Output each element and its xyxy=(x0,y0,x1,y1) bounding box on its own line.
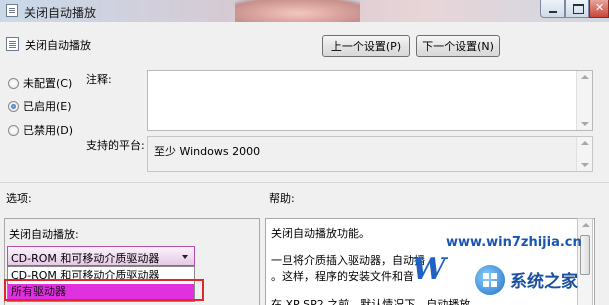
help-heading: 帮助: xyxy=(269,192,295,205)
platform-label: 支持的平台: xyxy=(86,139,145,152)
site-watermark: www.win7zhijia.cn W 系统之家 xyxy=(398,232,609,305)
comment-scrollbar[interactable] xyxy=(576,71,592,130)
policy-title: 关闭自动播放 xyxy=(25,39,91,52)
scroll-up-icon[interactable] xyxy=(581,141,589,145)
scroll-up-icon[interactable] xyxy=(581,75,589,79)
platform-value: 至少 Windows 2000 xyxy=(154,145,261,158)
next-setting-button[interactable]: 下一个设置(N) xyxy=(416,35,500,57)
window-title: 关闭自动播放 xyxy=(24,6,97,20)
title-bar: 关闭自动播放 xyxy=(0,0,609,22)
windows-logo-icon xyxy=(475,265,505,295)
title-bar-background-photo xyxy=(235,0,360,22)
radio-selected-icon[interactable] xyxy=(8,100,19,112)
scroll-down-icon[interactable] xyxy=(581,122,589,126)
maximize-button[interactable] xyxy=(565,0,589,18)
watermark-brand: 系统之家 xyxy=(510,272,578,292)
chevron-down-icon[interactable] xyxy=(182,255,188,259)
autoplay-option-label: 关闭自动播放: xyxy=(9,228,79,241)
select-value: CD-ROM 和可移动介质驱动器 xyxy=(11,252,160,265)
watermark-url: www.win7zhijia.cn xyxy=(446,235,582,250)
autoplay-drive-select[interactable]: CD-ROM 和可移动介质驱动器 xyxy=(7,246,195,266)
close-button[interactable] xyxy=(589,0,609,18)
comment-label: 注释: xyxy=(86,73,112,86)
annotation-highlight-box xyxy=(4,279,204,301)
radio-label: 已禁用(D) xyxy=(23,124,74,137)
section-divider xyxy=(0,182,609,183)
radio-label: 已启用(E) xyxy=(23,100,72,113)
platform-scrollbar[interactable] xyxy=(576,137,592,171)
platform-field: 至少 Windows 2000 xyxy=(147,136,593,172)
help-text-line: 。这样，程序的安装文件和音 xyxy=(271,270,414,283)
previous-setting-button[interactable]: 上一个设置(P) xyxy=(322,35,410,57)
radio-label: 未配置(C) xyxy=(23,77,73,90)
watermark-letter: W xyxy=(412,252,446,287)
minimize-button[interactable] xyxy=(540,0,565,18)
help-text-line: 关闭自动播放功能。 xyxy=(271,227,370,240)
policy-icon xyxy=(6,37,19,51)
radio-not-configured[interactable]: 未配置(C) xyxy=(8,75,72,91)
radio-icon[interactable] xyxy=(8,124,19,136)
radio-disabled[interactable]: 已禁用(D) xyxy=(8,122,73,138)
comment-textarea[interactable] xyxy=(147,70,593,131)
scroll-down-icon[interactable] xyxy=(581,163,589,167)
options-heading: 选项: xyxy=(6,192,32,205)
radio-enabled[interactable]: 已启用(E) xyxy=(8,98,72,114)
radio-icon[interactable] xyxy=(8,77,19,89)
scroll-up-icon[interactable] xyxy=(582,223,590,227)
policy-app-icon xyxy=(6,4,18,17)
